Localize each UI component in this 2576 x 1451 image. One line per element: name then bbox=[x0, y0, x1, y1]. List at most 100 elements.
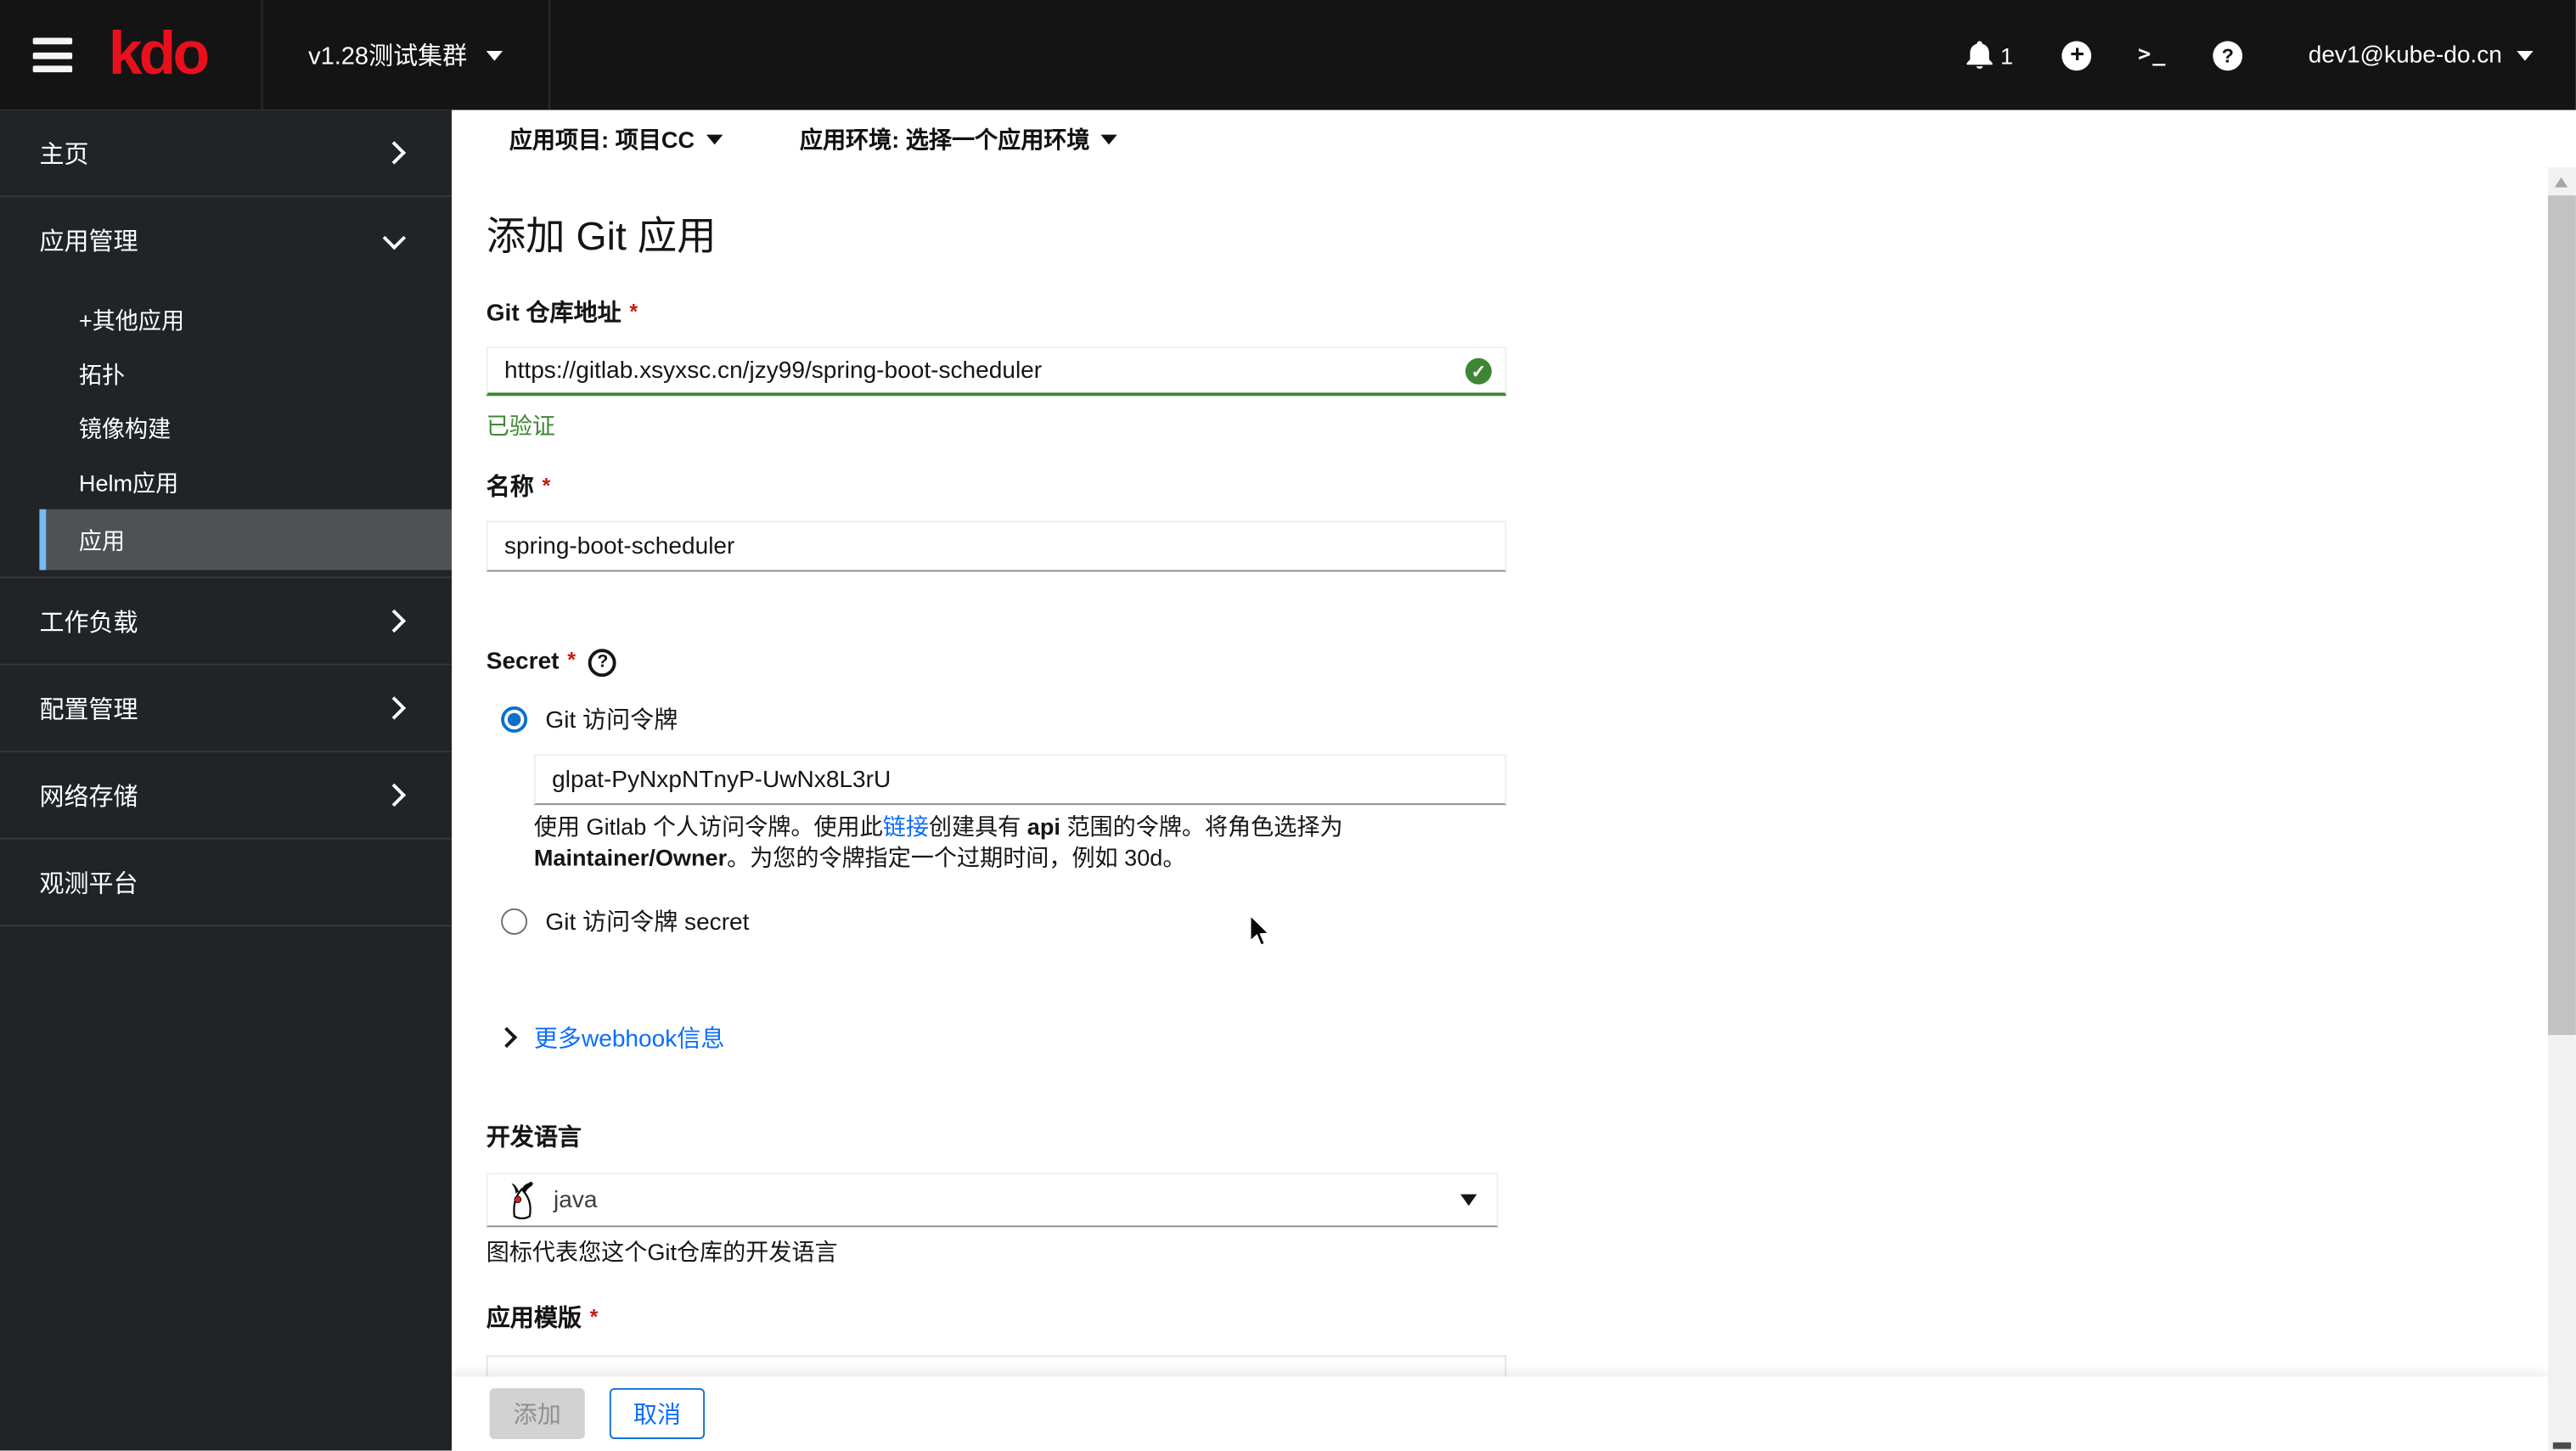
language-label: 开发语言 bbox=[487, 1123, 582, 1153]
sidebar-item-observability[interactable]: 观测平台 bbox=[0, 840, 453, 927]
hamburger-bar bbox=[32, 37, 73, 45]
sidebar-item-other-apps[interactable]: +其他应用 bbox=[0, 292, 452, 346]
sidebar-item-apps-active[interactable]: 应用 bbox=[39, 509, 453, 571]
name-label: 名称 * bbox=[487, 473, 551, 503]
sidebar-item-label: 工作负载 bbox=[39, 608, 138, 637]
required-marker: * bbox=[567, 647, 577, 672]
required-marker: * bbox=[542, 473, 551, 498]
radio-git-token-secret[interactable]: Git 访问令牌 secret bbox=[501, 903, 749, 938]
help-text-bold: api bbox=[1026, 813, 1060, 840]
sidebar-item-label: 应用管理 bbox=[39, 227, 138, 256]
validated-status: 已验证 bbox=[486, 412, 555, 439]
help-text-part: 。为您的令牌指定一个过期时间，例如 30d。 bbox=[727, 844, 1186, 871]
sidebar-item-label: Helm应用 bbox=[78, 469, 179, 496]
name-input[interactable] bbox=[486, 520, 1507, 572]
help-text-part: 创建具有 bbox=[928, 813, 1027, 840]
plus-icon: + bbox=[2070, 41, 2085, 70]
chevron-right-icon bbox=[382, 783, 407, 807]
page-title: 添加 Git 应用 bbox=[486, 215, 717, 260]
help-text-part: 范围的令牌。将角色选择为 bbox=[1060, 813, 1343, 840]
notification-count: 1 bbox=[2000, 42, 2014, 69]
sidebar-subnav-app-management: +其他应用 拓扑 镜像构建 Helm应用 应用 bbox=[0, 283, 453, 579]
notifications-button[interactable]: 1 bbox=[1966, 40, 2013, 70]
hamburger-bar bbox=[32, 51, 73, 59]
hamburger-bar bbox=[32, 65, 73, 73]
git-repo-label: Git 仓库地址 * bbox=[487, 299, 638, 329]
sidebar-item-workloads[interactable]: 工作负载 bbox=[0, 578, 453, 666]
chevron-down-icon bbox=[487, 50, 503, 60]
main-content: 添加 Git 应用 Git 仓库地址* ✓ 已验证 名称* Secret* ? … bbox=[452, 167, 2549, 1451]
brand-logo[interactable]: kdo bbox=[109, 18, 211, 90]
radio-git-access-token[interactable]: Git 访问令牌 bbox=[501, 701, 678, 736]
sidebar-item-config-management[interactable]: 配置管理 bbox=[0, 666, 453, 753]
webhook-expand-section: 更多webhook信息 bbox=[496, 1021, 725, 1055]
git-repo-field-wrap: ✓ bbox=[486, 346, 1507, 396]
sidebar-item-network-storage[interactable]: 网络存储 bbox=[0, 752, 453, 840]
chevron-right-icon bbox=[382, 141, 407, 165]
chevron-down-icon bbox=[382, 225, 407, 250]
chevron-right-icon[interactable] bbox=[496, 1026, 518, 1049]
chevron-right-icon bbox=[382, 609, 407, 633]
top-navigation-bar: kdo v1.28测试集群 1 + >_ ? dev1@kube-do.cn bbox=[0, 0, 2576, 110]
template-label: 应用模版 * bbox=[487, 1304, 599, 1334]
chevron-down-icon bbox=[1460, 1194, 1477, 1206]
cluster-selector[interactable]: v1.28测试集群 bbox=[263, 0, 549, 110]
sidebar-item-label: 配置管理 bbox=[39, 695, 138, 724]
secret-help-icon[interactable]: ? bbox=[588, 648, 617, 677]
label-text: Secret bbox=[486, 649, 560, 676]
radio-label: Git 访问令牌 secret bbox=[545, 909, 750, 936]
chevron-down-icon bbox=[1101, 134, 1118, 145]
sidebar-item-label: +其他应用 bbox=[78, 306, 185, 333]
git-repo-input[interactable] bbox=[486, 346, 1507, 396]
sidebar-item-image-build[interactable]: 镜像构建 bbox=[0, 401, 452, 455]
scrollbar-down-arrow[interactable] bbox=[2552, 1442, 2572, 1449]
radio-dot bbox=[507, 711, 521, 726]
user-name: dev1@kube-do.cn bbox=[2308, 42, 2502, 69]
user-menu[interactable]: dev1@kube-do.cn bbox=[2309, 42, 2534, 68]
token-input[interactable] bbox=[533, 754, 1507, 806]
add-resource-button[interactable]: + bbox=[2062, 40, 2092, 70]
label-text: 应用模版 bbox=[486, 1306, 582, 1333]
label-text: 开发语言 bbox=[486, 1125, 582, 1152]
terminal-button[interactable]: >_ bbox=[2138, 42, 2167, 67]
sidebar-item-label: 主页 bbox=[39, 140, 89, 169]
java-duke-icon bbox=[511, 1180, 534, 1219]
vertical-scrollbar[interactable] bbox=[2548, 167, 2576, 1451]
sidebar-item-home[interactable]: 主页 bbox=[0, 110, 453, 198]
token-help-text: 使用 Gitlab 个人访问令牌。使用此链接创建具有 api 范围的令牌。将角色… bbox=[534, 812, 1506, 875]
project-selector[interactable]: 应用项目: 项目CC bbox=[509, 122, 723, 155]
scrollbar-thumb[interactable] bbox=[2548, 195, 2576, 1035]
topbar-divider bbox=[548, 0, 551, 110]
scrollbar-up-arrow[interactable] bbox=[2554, 177, 2568, 188]
topbar-actions: 1 + >_ ? dev1@kube-do.cn bbox=[1966, 0, 2534, 110]
sidebar-item-helm-apps[interactable]: Helm应用 bbox=[0, 455, 452, 509]
token-help-link[interactable]: 链接 bbox=[883, 813, 929, 840]
sidebar-item-label: 拓扑 bbox=[78, 360, 126, 387]
check-glyph: ✓ bbox=[1471, 362, 1487, 382]
webhook-info-link[interactable]: 更多webhook信息 bbox=[534, 1021, 725, 1055]
bell-icon bbox=[1966, 40, 1992, 69]
environment-selector-label: 应用环境: 选择一个应用环境 bbox=[799, 126, 1090, 152]
radio-unselected-icon[interactable] bbox=[501, 908, 528, 934]
hamburger-menu-icon[interactable] bbox=[32, 37, 73, 73]
help-button[interactable]: ? bbox=[2213, 40, 2243, 70]
cancel-button[interactable]: 取消 bbox=[609, 1387, 706, 1439]
terminal-icon: >_ bbox=[2138, 42, 2168, 68]
question-glyph: ? bbox=[597, 652, 609, 672]
chevron-right-icon bbox=[382, 696, 407, 720]
question-icon: ? bbox=[2221, 43, 2235, 67]
name-field-wrap bbox=[486, 520, 1507, 572]
environment-selector[interactable]: 应用环境: 选择一个应用环境 bbox=[800, 122, 1118, 155]
app-window: kdo v1.28测试集群 1 + >_ ? dev1@kube-do.cn 主… bbox=[0, 0, 2576, 1451]
sidebar-item-label: 应用 bbox=[78, 526, 126, 554]
language-select[interactable]: java bbox=[486, 1173, 1499, 1228]
radio-selected-icon[interactable] bbox=[501, 706, 528, 732]
required-marker: * bbox=[629, 299, 638, 324]
label-text: 名称 bbox=[486, 475, 534, 502]
sidebar-item-topology[interactable]: 拓扑 bbox=[0, 346, 452, 401]
language-help-text: 图标代表您这个Git仓库的开发语言 bbox=[486, 1238, 838, 1265]
add-button[interactable]: 添加 bbox=[489, 1387, 585, 1439]
token-field-wrap bbox=[533, 754, 1507, 806]
label-text: Git 仓库地址 bbox=[486, 301, 622, 328]
sidebar-item-app-management[interactable]: 应用管理 bbox=[0, 197, 452, 283]
